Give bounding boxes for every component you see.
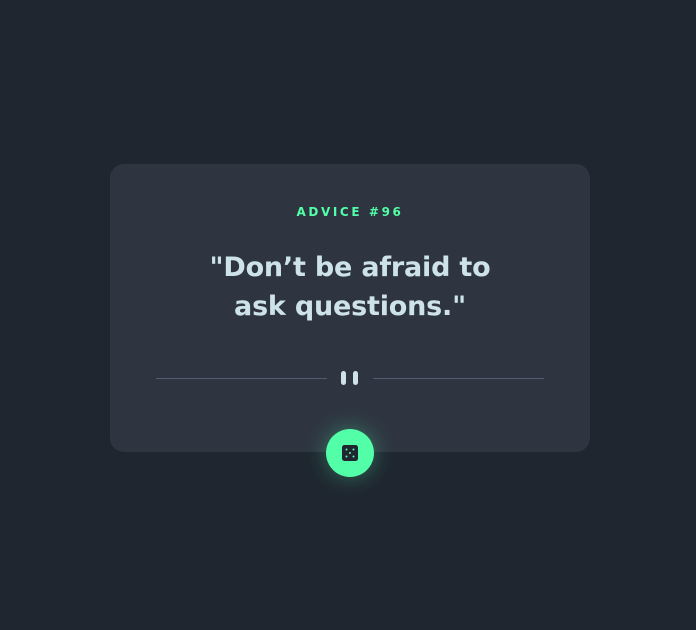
pause-bar-left xyxy=(341,371,346,385)
divider-line-right xyxy=(373,378,544,379)
advice-number: ADVICE #96 xyxy=(296,205,404,219)
divider-line-left xyxy=(156,378,327,379)
advice-quote: "Don’t be afraid to ask questions." xyxy=(209,252,491,322)
dice-icon xyxy=(342,445,358,461)
pause-bar-right xyxy=(353,371,358,385)
new-advice-button[interactable] xyxy=(326,429,374,477)
advice-card: ADVICE #96 "Don’t be afraid to ask quest… xyxy=(110,164,590,452)
divider xyxy=(156,371,544,385)
pause-icon xyxy=(341,371,359,385)
